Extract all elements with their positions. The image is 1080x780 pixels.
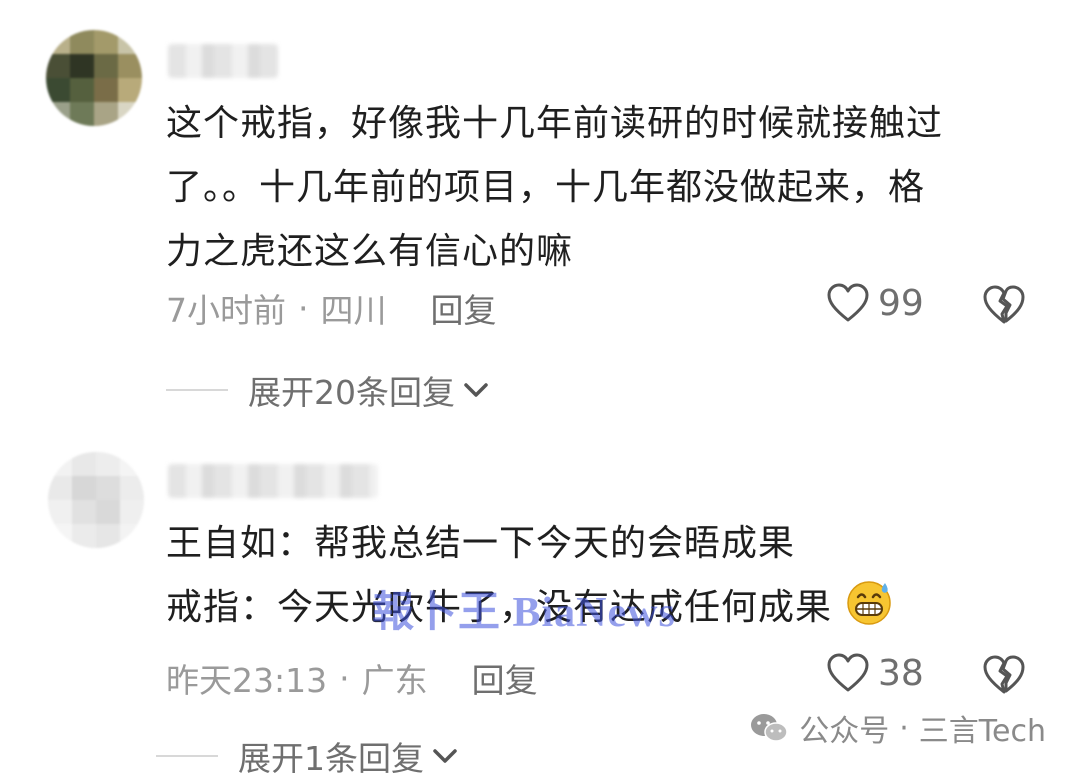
expand-replies-button[interactable]: 展开1条回复 xyxy=(156,732,460,780)
comment-body-line: 力之虎还这么有信心的嘛 xyxy=(166,231,574,272)
comment-body: 这个戒指，好像我十几年前读研的时候就接触过 了。。十几年前的项目，十几年都没做起… xyxy=(166,92,1046,284)
meta-separator: · xyxy=(298,288,309,328)
like-count: 99 xyxy=(878,282,924,324)
broken-heart-icon xyxy=(983,285,1025,324)
wechat-icon xyxy=(751,714,788,742)
like-count: 38 xyxy=(878,652,924,694)
source-credit: 公众号 · 三言Tech xyxy=(749,706,1046,750)
comment-location: 四川 xyxy=(320,291,387,330)
expand-replies-button[interactable]: 展开20条回复 xyxy=(166,366,491,414)
dislike-button[interactable] xyxy=(982,654,1026,700)
comment-location: 广东 xyxy=(361,661,428,700)
broken-heart-icon xyxy=(983,655,1025,694)
comment-body-line: 了。。十几年前的项目，十几年都没做起来，格 xyxy=(166,167,926,208)
comment-body-text: 戒指：今天光吹牛了，没有达成任何成果 xyxy=(166,587,833,628)
divider-line xyxy=(156,755,218,757)
dislike-button[interactable] xyxy=(982,284,1026,330)
expand-replies-label: 展开20条回复 xyxy=(248,373,455,412)
like-button[interactable]: 38 xyxy=(826,652,924,694)
source-label: 公众号 xyxy=(799,714,890,749)
username[interactable] xyxy=(168,464,378,498)
comment-body-line: 王自如：帮我总结一下今天的会晤成果 xyxy=(166,523,796,564)
comment-time: 昨天23:13 xyxy=(166,661,328,700)
meta-separator: · xyxy=(339,658,350,698)
chevron-down-icon xyxy=(433,749,457,763)
divider-line xyxy=(166,389,228,391)
source-separator: · xyxy=(899,710,909,746)
comment-body-line: 戒指：今天光吹牛了，没有达成任何成果 xyxy=(166,576,1046,640)
comment-body-line: 这个戒指，好像我十几年前读研的时候就接触过 xyxy=(166,103,944,144)
reply-button[interactable]: 回复 xyxy=(472,654,538,702)
avatar[interactable] xyxy=(46,30,142,126)
avatar[interactable] xyxy=(48,452,144,548)
heart-outline-icon xyxy=(827,653,869,692)
grinning-sweat-emoji xyxy=(847,581,892,625)
heart-outline-icon xyxy=(827,283,869,322)
comment-time: 7小时前 xyxy=(166,291,286,330)
reply-button[interactable]: 回复 xyxy=(431,284,497,332)
username[interactable] xyxy=(168,44,278,78)
comment-body: 王自如：帮我总结一下今天的会晤成果 戒指：今天光吹牛了，没有达成任何成果 xyxy=(166,512,1046,640)
source-name: 三言Tech xyxy=(918,714,1046,749)
like-button[interactable]: 99 xyxy=(826,282,924,324)
comment-meta: 昨天23:13 · 广东 回复 xyxy=(166,654,538,702)
chevron-down-icon xyxy=(464,383,488,397)
comment-meta: 7小时前 · 四川 回复 xyxy=(166,284,497,332)
expand-replies-label: 展开1条回复 xyxy=(238,739,424,778)
